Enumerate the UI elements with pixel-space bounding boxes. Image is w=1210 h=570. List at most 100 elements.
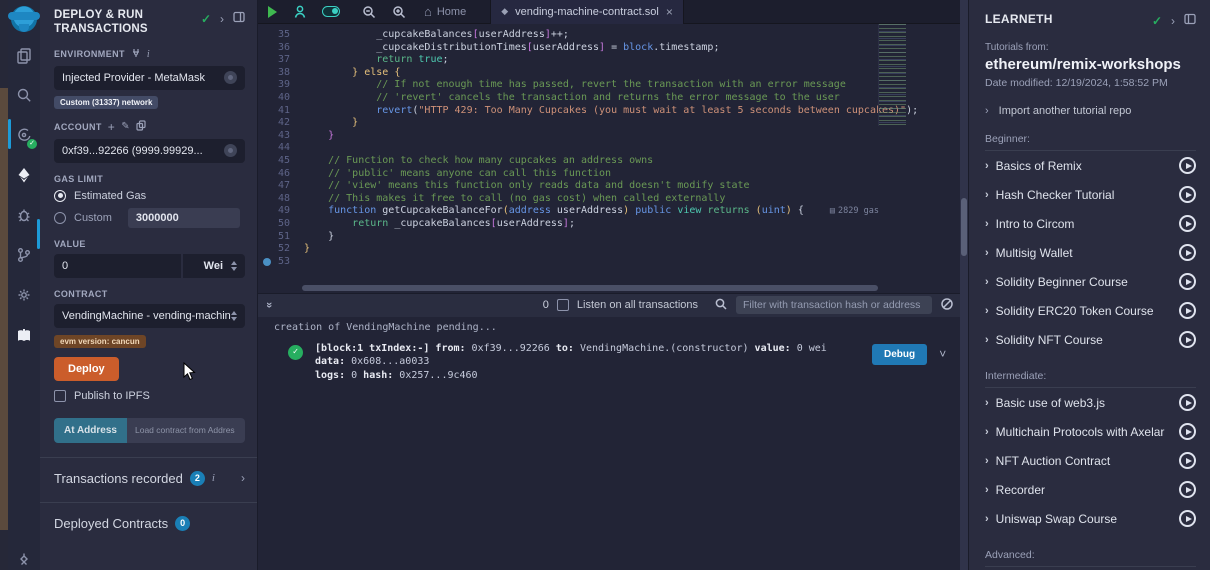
deploy-button[interactable]: Deploy: [54, 357, 119, 381]
learneth-collapse-icon[interactable]: ›: [1171, 14, 1175, 28]
copy-account-icon[interactable]: [136, 120, 146, 134]
plug-icon[interactable]: [131, 48, 141, 61]
line-number[interactable]: 39: [258, 79, 304, 92]
code-line[interactable]: 41 revert("HTTP 429: Too Many Cupcakes (…: [258, 105, 960, 118]
line-number[interactable]: 47: [258, 180, 304, 193]
at-address-button[interactable]: At Address: [54, 418, 127, 443]
code-line[interactable]: 46 // 'public' means anyone can call thi…: [258, 168, 960, 181]
at-address-input[interactable]: Load contract from Addres: [127, 418, 245, 443]
pin-panel-icon[interactable]: [233, 11, 245, 26]
tutorial-item[interactable]: ›Basics of Remix: [985, 151, 1196, 180]
code-line[interactable]: 52}: [258, 243, 960, 256]
panel-scrollbar-thumb[interactable]: [961, 198, 967, 256]
deployed-contracts-row[interactable]: Deployed Contracts 0: [54, 503, 245, 533]
line-number[interactable]: 46: [258, 168, 304, 181]
environment-select[interactable]: Injected Provider - MetaMask: [54, 66, 245, 90]
custom-gas-option[interactable]: Custom: [54, 208, 245, 228]
transactions-recorded-row[interactable]: Transactions recorded 2 i ›: [54, 458, 245, 488]
code-line[interactable]: 45 // Function to check how many cupcake…: [258, 155, 960, 168]
tutorial-item[interactable]: ›Recorder: [985, 475, 1196, 504]
chevron-right-icon[interactable]: ›: [985, 455, 989, 467]
line-number[interactable]: 43: [258, 130, 304, 143]
editor-minimap[interactable]: [878, 24, 906, 126]
account-select[interactable]: 0xf39...92266 (9999.99929...: [54, 139, 245, 163]
line-number[interactable]: 38: [258, 67, 304, 80]
line-number[interactable]: 36: [258, 42, 304, 55]
chevron-right-icon[interactable]: ›: [985, 426, 989, 438]
listen-all-checkbox[interactable]: [557, 299, 569, 311]
environment-status-icon[interactable]: [224, 71, 237, 84]
source-control-icon[interactable]: [8, 238, 40, 272]
tutorial-item[interactable]: ›Hash Checker Tutorial: [985, 180, 1196, 209]
chevron-right-icon[interactable]: ›: [985, 305, 989, 317]
collapse-panel-icon[interactable]: ›: [220, 12, 224, 26]
code-line[interactable]: 38 } else {: [258, 67, 960, 80]
tutorial-item[interactable]: ›Solidity NFT Course: [985, 325, 1196, 354]
tutorial-item[interactable]: ›Solidity ERC20 Token Course: [985, 296, 1196, 325]
chevron-right-icon[interactable]: ›: [985, 334, 989, 346]
transactions-expand-icon[interactable]: ›: [241, 471, 245, 485]
learneth-plugin-icon[interactable]: [8, 318, 40, 352]
close-tab-icon[interactable]: ×: [666, 5, 673, 19]
publish-ipfs-option[interactable]: Publish to IPFS: [54, 390, 245, 402]
ai-toggle-icon[interactable]: [322, 6, 340, 17]
value-input[interactable]: 0: [54, 254, 181, 278]
import-tutorial-repo[interactable]: › Import another tutorial repo: [985, 105, 1196, 117]
play-tutorial-icon[interactable]: [1179, 331, 1196, 348]
tab-vending-machine-contract[interactable]: ◆ vending-machine-contract.sol ×: [490, 0, 684, 24]
chevron-right-icon[interactable]: ›: [985, 276, 989, 288]
chevron-right-icon[interactable]: ›: [985, 513, 989, 525]
contract-stepper-icon[interactable]: [231, 311, 237, 321]
code-line[interactable]: 49 function getCupcakeBalanceFor(address…: [258, 205, 960, 218]
code-line[interactable]: 35 _cupcakeBalances[userAddress]++;: [258, 29, 960, 42]
code-line[interactable]: 40 // 'revert' cancels the transaction a…: [258, 92, 960, 105]
line-number[interactable]: 48: [258, 193, 304, 206]
code-line[interactable]: 48 // This makes it free to call (no gas…: [258, 193, 960, 206]
estimated-gas-radio[interactable]: [54, 190, 66, 202]
line-number[interactable]: 49: [258, 205, 304, 218]
tutorial-item[interactable]: ›Uniswap Swap Course: [985, 504, 1196, 533]
tutorial-item[interactable]: ›Basic use of web3.js: [985, 388, 1196, 417]
play-tutorial-icon[interactable]: [1179, 215, 1196, 232]
plugin-manager-icon[interactable]: [8, 542, 40, 570]
learneth-pin-icon[interactable]: [1184, 13, 1196, 28]
code-line[interactable]: 37 return true;: [258, 54, 960, 67]
play-tutorial-icon[interactable]: [1179, 510, 1196, 527]
search-icon[interactable]: [8, 78, 40, 112]
publish-ipfs-checkbox[interactable]: [54, 390, 66, 402]
tutorial-item[interactable]: ›NFT Auction Contract: [985, 446, 1196, 475]
play-tutorial-icon[interactable]: [1179, 186, 1196, 203]
code-line[interactable]: 36 _cupcakeDistributionTimes[userAddress…: [258, 42, 960, 55]
file-explorer-icon[interactable]: [8, 38, 40, 72]
code-line[interactable]: 50 return _cupcakeBalances[userAddress];: [258, 218, 960, 231]
debugger-icon[interactable]: [8, 198, 40, 232]
settings-icon[interactable]: [8, 278, 40, 312]
value-unit-select[interactable]: Wei: [183, 254, 245, 278]
deploy-and-run-icon[interactable]: [8, 158, 40, 192]
editor-horizontal-scrollbar[interactable]: [258, 283, 960, 293]
chevron-right-icon[interactable]: ›: [985, 247, 989, 259]
edit-account-icon[interactable]: ✎: [121, 121, 130, 132]
chevron-right-icon[interactable]: ›: [985, 218, 989, 230]
play-tutorial-icon[interactable]: [1179, 423, 1196, 440]
account-status-icon[interactable]: [224, 144, 237, 157]
code-editor[interactable]: 35 _cupcakeBalances[userAddress]++;36 _c…: [258, 24, 960, 283]
unit-stepper-icon[interactable]: [231, 261, 237, 271]
terminal-search-icon[interactable]: [714, 297, 728, 314]
tutorial-item[interactable]: ›Intro to Circom: [985, 209, 1196, 238]
line-number[interactable]: 45: [258, 155, 304, 168]
clear-terminal-icon[interactable]: [940, 297, 954, 314]
expand-tx-icon[interactable]: ˅: [939, 347, 946, 362]
play-tutorial-icon[interactable]: [1179, 394, 1196, 411]
scrollbar-thumb[interactable]: [302, 285, 878, 291]
ai-assistant-icon[interactable]: [292, 4, 308, 20]
code-line[interactable]: 47 // 'view' means this function only re…: [258, 180, 960, 193]
zoom-in-icon[interactable]: [391, 4, 407, 20]
custom-gas-radio[interactable]: [54, 212, 66, 224]
line-number[interactable]: 35: [258, 29, 304, 42]
add-account-icon[interactable]: +: [108, 120, 115, 134]
tutorial-item[interactable]: ›Solidity Beginner Course: [985, 267, 1196, 296]
line-number[interactable]: 37: [258, 54, 304, 67]
debug-button[interactable]: Debug: [872, 344, 927, 365]
code-line[interactable]: 43 }: [258, 130, 960, 143]
